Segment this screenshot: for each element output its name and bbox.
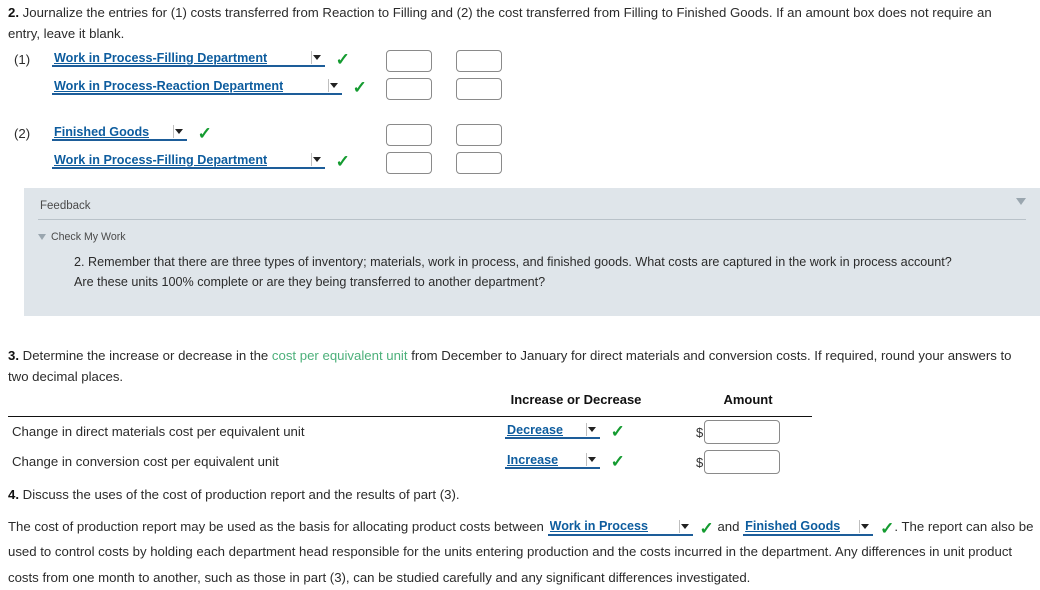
currency-symbol: $ xyxy=(696,424,704,440)
debit-amount-input-2-1[interactable] xyxy=(386,124,432,146)
correct-check-icon: ✓ xyxy=(352,78,367,98)
account-select-1-1[interactable]: Work in Process-Filling Department ✓ xyxy=(52,50,350,70)
account-select-1-2[interactable]: Work in Process-Reaction Department ✓ xyxy=(52,78,367,98)
question-2-block: 2. Journalize the entries for (1) costs … xyxy=(0,2,1040,45)
q4-text-part-1: The cost of production report may be use… xyxy=(8,519,544,534)
account-select-2-2[interactable]: Work in Process-Filling Department ✓ xyxy=(52,152,350,172)
q4-select-work-in-process-label: Work in Process xyxy=(549,519,648,534)
question-4-prompt: Discuss the uses of the cost of producti… xyxy=(22,487,460,502)
question-3-block: 3. Determine the increase or decrease in… xyxy=(0,345,1040,388)
feedback-body: 2. Remember that there are three types o… xyxy=(74,252,1014,293)
chevron-down-icon xyxy=(311,51,322,65)
q4-select-work-in-process[interactable]: Work in Process xyxy=(547,519,693,537)
credit-amount-input-1-2[interactable] xyxy=(456,78,502,100)
question-4-number: 4. xyxy=(8,487,19,502)
credit-amount-input-1-1[interactable] xyxy=(456,50,502,72)
debit-amount-input-1-1[interactable] xyxy=(386,50,432,72)
journal-row: Work in Process-Filling Department ✓ xyxy=(0,150,1040,178)
entry-group-spacer xyxy=(0,104,1040,122)
cost-per-equivalent-unit-link[interactable]: cost per equivalent unit xyxy=(272,348,408,363)
currency-symbol: $ xyxy=(696,454,704,470)
feedback-divider xyxy=(38,219,1026,220)
correct-check-icon: ✓ xyxy=(880,519,895,539)
table-row: Change in direct materials cost per equi… xyxy=(8,417,812,447)
column-header-increase-or-decrease: Increase or Decrease xyxy=(510,392,642,407)
credit-amount-input-2-1[interactable] xyxy=(456,124,502,146)
row-label-conversion: Change in conversion cost per equivalent… xyxy=(12,454,279,469)
correct-check-icon: ✓ xyxy=(335,152,350,172)
journal-entries: (1) Work in Process-Filling Department ✓… xyxy=(0,48,1040,178)
feedback-panel: Feedback Check My Work 2. Remember that … xyxy=(24,188,1040,316)
journal-row: (2) Finished Goods ✓ xyxy=(0,122,1040,150)
journal-row: Work in Process-Reaction Department ✓ xyxy=(0,76,1040,104)
increase-decrease-table: Increase or Decrease Amount Change in di… xyxy=(8,392,812,477)
q4-select-finished-goods[interactable]: Finished Goods xyxy=(743,519,874,537)
table-header-row: Increase or Decrease Amount xyxy=(8,392,812,416)
chevron-down-icon xyxy=(311,153,322,167)
amount-input-conversion[interactable] xyxy=(704,450,781,474)
feedback-body-line-1: 2. Remember that there are three types o… xyxy=(74,255,952,269)
correct-check-icon: ✓ xyxy=(335,50,350,70)
amount-cell-direct-materials: $ xyxy=(696,420,781,444)
row-label-direct-materials: Change in direct materials cost per equi… xyxy=(12,424,305,439)
direction-select-conversion-label: Increase xyxy=(507,452,559,467)
feedback-title: Feedback xyxy=(40,200,91,212)
column-header-amount: Amount xyxy=(723,392,773,407)
question-4-answer-paragraph: The cost of production report may be use… xyxy=(8,514,1034,590)
entry-marker-2: (2) xyxy=(14,126,31,141)
direction-select-conversion[interactable]: Increase ✓ xyxy=(505,452,625,472)
account-select-1-2-label: Work in Process-Reaction Department xyxy=(54,78,284,93)
chevron-down-icon xyxy=(173,125,184,139)
debit-amount-input-2-2[interactable] xyxy=(386,152,432,174)
check-my-work-label: Check My Work xyxy=(51,231,126,243)
table-row: Change in conversion cost per equivalent… xyxy=(8,447,812,477)
chevron-down-icon[interactable] xyxy=(1016,198,1026,205)
chevron-down-icon xyxy=(678,520,690,534)
chevron-down-icon xyxy=(586,423,597,437)
question-3-number: 3. xyxy=(8,348,19,363)
question-3-prompt-before: Determine the increase or decrease in th… xyxy=(22,348,272,363)
check-my-work-toggle[interactable]: Check My Work xyxy=(38,231,1040,243)
direction-select-direct-materials[interactable]: Decrease ✓ xyxy=(505,422,625,442)
feedback-body-line-2: Are these units 100% complete or are the… xyxy=(74,275,546,290)
chevron-down-icon xyxy=(586,453,597,467)
correct-check-icon: ✓ xyxy=(197,124,212,144)
q4-select-finished-goods-label: Finished Goods xyxy=(745,519,841,534)
chevron-down-icon xyxy=(328,79,339,93)
correct-check-icon: ✓ xyxy=(699,519,714,539)
account-select-2-1[interactable]: Finished Goods ✓ xyxy=(52,124,212,144)
direction-select-direct-materials-label: Decrease xyxy=(507,422,564,437)
account-select-2-2-label: Work in Process-Filling Department xyxy=(54,152,268,167)
question-2-number: 2. xyxy=(8,5,19,20)
chevron-down-icon xyxy=(38,234,46,240)
correct-check-icon: ✓ xyxy=(610,452,625,472)
entry-marker-1: (1) xyxy=(14,52,31,67)
question-4-block: 4. Discuss the uses of the cost of produ… xyxy=(8,484,460,505)
q4-conjunction: and xyxy=(717,519,740,534)
chevron-down-icon xyxy=(859,520,870,534)
amount-cell-conversion: $ xyxy=(696,450,781,474)
debit-amount-input-1-2[interactable] xyxy=(386,78,432,100)
credit-amount-input-2-2[interactable] xyxy=(456,152,502,174)
question-2-prompt: Journalize the entries for (1) costs tra… xyxy=(8,5,992,42)
account-select-2-1-label: Finished Goods xyxy=(54,124,150,139)
feedback-header: Feedback xyxy=(24,188,1040,212)
journal-row: (1) Work in Process-Filling Department ✓ xyxy=(0,48,1040,76)
amount-input-direct-materials[interactable] xyxy=(704,420,781,444)
correct-check-icon: ✓ xyxy=(610,422,625,442)
account-select-1-1-label: Work in Process-Filling Department xyxy=(54,50,268,65)
